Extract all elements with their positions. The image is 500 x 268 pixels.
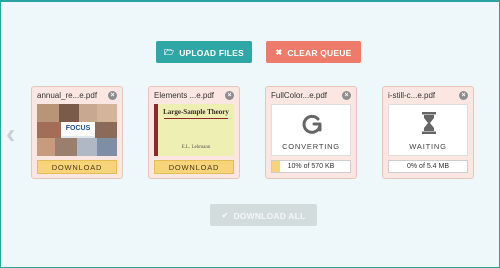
download-all-button[interactable]: ✔ DOWNLOAD ALL: [210, 204, 317, 226]
status-label: CONVERTING: [282, 142, 340, 151]
check-icon: ✔: [221, 210, 229, 220]
file-name: Elements ...e.pdf: [154, 91, 215, 100]
progress-bar: 10% of 570 KB: [271, 160, 351, 173]
progress-bar: 0% of 5.4 MB: [388, 160, 468, 173]
file-thumbnail: FOCUS: [37, 104, 117, 156]
download-button[interactable]: DOWNLOAD: [154, 160, 234, 174]
folder-open-icon: 🗁: [164, 47, 175, 57]
file-thumbnail: Large-Sample Theory E.L. Lehmann: [154, 104, 234, 156]
hourglass-icon: [422, 112, 436, 134]
thumbnail-rule: [164, 118, 228, 119]
file-card: i-still-c...e.pdf × WAITING 0% of 5.4 MB: [382, 86, 474, 179]
file-card: annual_re...e.pdf × FOCUS DOWNLOAD: [31, 86, 123, 179]
waiting-status: WAITING: [388, 104, 468, 156]
thumbnail-logo: FOCUS: [61, 122, 95, 136]
remove-file-icon[interactable]: ×: [225, 91, 234, 100]
upload-files-button[interactable]: 🗁 UPLOAD FILES: [156, 41, 252, 63]
chevron-left-icon[interactable]: ‹: [6, 120, 20, 148]
progress-text: 0% of 5.4 MB: [406, 163, 450, 170]
file-name: annual_re...e.pdf: [37, 91, 98, 100]
download-button[interactable]: DOWNLOAD: [37, 160, 117, 174]
converting-status: CONVERTING: [271, 104, 351, 156]
refresh-icon: [302, 114, 322, 134]
file-name: FullColor...e.pdf: [271, 91, 328, 100]
file-name: i-still-c...e.pdf: [388, 91, 436, 100]
clear-queue-button[interactable]: ✖ CLEAR QUEUE: [266, 41, 361, 63]
thumbnail-author: E.L. Lehmann: [181, 145, 211, 150]
file-card: Elements ...e.pdf × Large-Sample Theory …: [148, 86, 240, 179]
remove-file-icon[interactable]: ×: [342, 91, 351, 100]
x-icon: ✖: [275, 47, 283, 57]
thumbnail-title: Large-Sample Theory: [163, 108, 229, 116]
file-card: FullColor...e.pdf × CONVERTING 10% of 57…: [265, 86, 357, 179]
progress-text: 10% of 570 KB: [287, 163, 335, 170]
status-label: WAITING: [409, 142, 447, 151]
remove-file-icon[interactable]: ×: [459, 91, 468, 100]
remove-file-icon[interactable]: ×: [108, 91, 117, 100]
